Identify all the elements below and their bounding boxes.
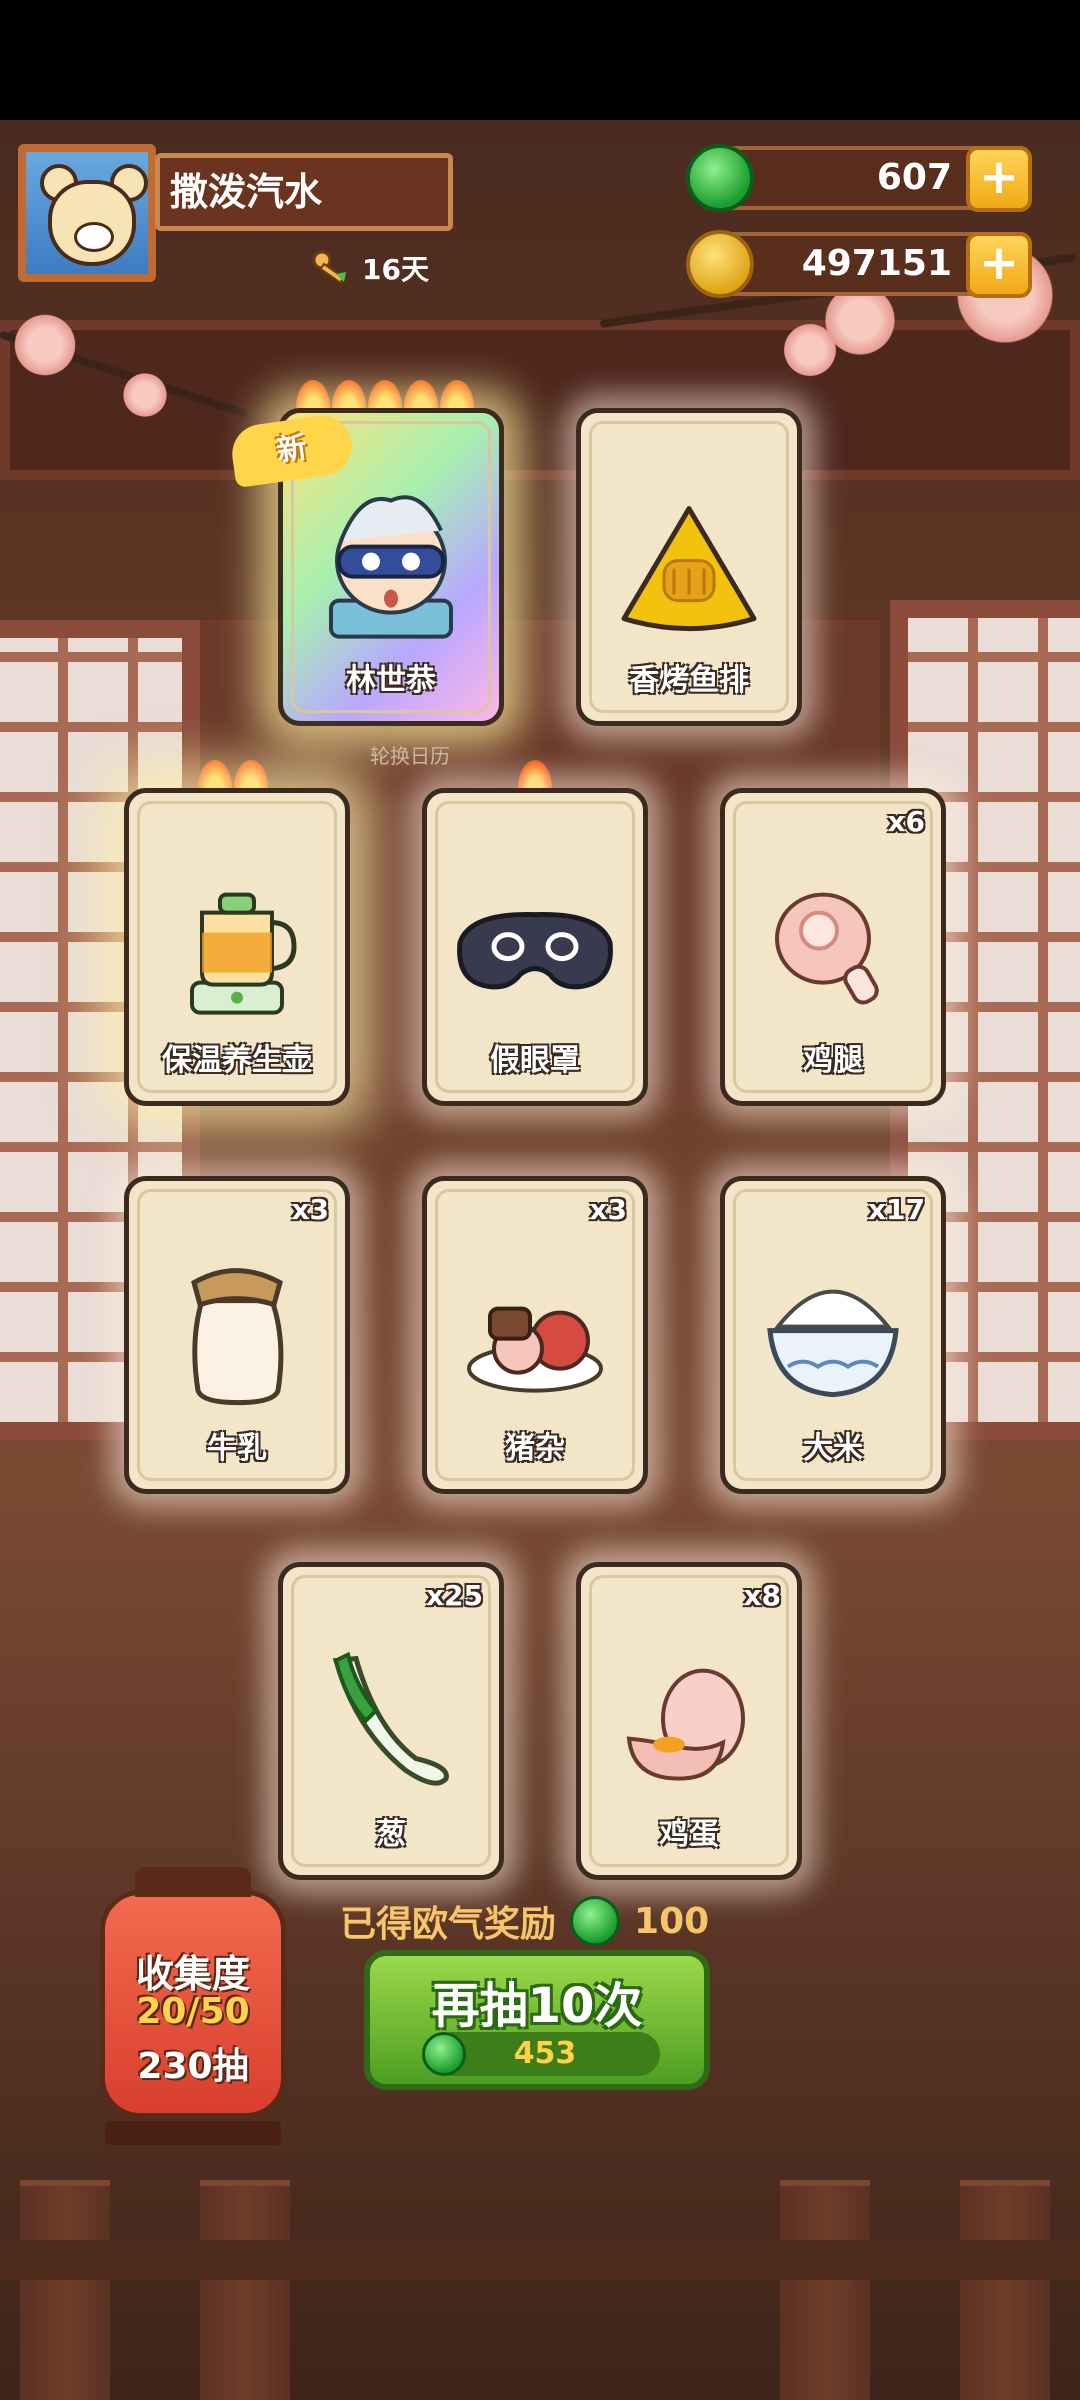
fence-post	[960, 2180, 1050, 2400]
sleeping-boy-icon	[311, 481, 471, 655]
card-drumstick[interactable]: x6 鸡腿	[720, 788, 946, 1106]
card-quantity: x17	[867, 1193, 925, 1226]
scallion-icon	[316, 1641, 466, 1805]
luck-reward-label: 已得欧气奖励	[340, 1904, 557, 1945]
lantern-cap	[135, 1867, 251, 1897]
card-grilled-fish[interactable]: 香烤鱼排	[576, 408, 802, 726]
blossom	[780, 320, 840, 380]
blossom	[120, 370, 170, 420]
jade-icon	[422, 2032, 466, 2076]
card-fake-eye-mask[interactable]: 假眼罩	[422, 788, 648, 1106]
status-bar	[0, 0, 1080, 120]
card-quantity: x25	[425, 1579, 483, 1612]
calendar-label: 轮换日历	[370, 744, 450, 768]
jade-icon	[570, 1896, 621, 1946]
drumstick-icon	[763, 879, 903, 1023]
card-rice[interactable]: x17 大米	[720, 1176, 946, 1494]
coin-resource-bar: 497151 +	[686, 230, 1032, 298]
card-name: 保温养生壶	[162, 1043, 312, 1078]
days-counter: 16天	[310, 246, 429, 290]
card-name: 大米	[803, 1431, 863, 1466]
fence-post	[20, 2180, 110, 2400]
rice-bowl-icon	[758, 1267, 908, 1411]
egg-icon	[619, 1659, 759, 1793]
jade-value: 607	[876, 157, 952, 198]
days-value: 16天	[362, 253, 429, 286]
pork-offal-icon	[460, 1279, 610, 1403]
card-quantity: x8	[743, 1579, 781, 1612]
collection-lantern-button[interactable]: 收集度 20/50 230抽	[100, 1867, 286, 2145]
player-avatar[interactable]	[18, 144, 156, 282]
eye-mask-icon	[450, 903, 620, 1007]
card-thermal-kettle[interactable]: 保温养生壶	[124, 788, 350, 1106]
card-quantity: x3	[291, 1193, 329, 1226]
coin-icon	[686, 230, 754, 298]
player-name: 撒泼汽水	[155, 153, 453, 231]
draw-10-again-button[interactable]: 再抽10次 453	[364, 1950, 710, 2090]
lantern-stand	[105, 2121, 281, 2145]
add-jade-button[interactable]: +	[966, 146, 1032, 212]
collection-progress: 20/50	[136, 1991, 250, 2032]
luck-reward: 已得欧气奖励 100	[340, 1893, 709, 1949]
add-coins-button[interactable]: +	[966, 232, 1032, 298]
fence-rail	[0, 2240, 1080, 2280]
collection-label: 收集度	[135, 1952, 250, 1996]
card-name: 香烤鱼排	[629, 663, 749, 698]
fence-post	[780, 2180, 870, 2400]
card-egg[interactable]: x8 鸡蛋	[576, 1562, 802, 1880]
draw-button-label: 再抽10次	[431, 1978, 643, 2034]
card-name: 鸡腿	[803, 1043, 863, 1078]
card-name: 假眼罩	[490, 1043, 580, 1078]
card-pork-offal[interactable]: x3 猪杂	[422, 1176, 648, 1494]
milk-jar-icon	[172, 1261, 302, 1415]
teapot-icon	[162, 873, 312, 1027]
fish-fillet-icon	[614, 499, 764, 643]
card-quantity: x6	[887, 805, 925, 838]
card-name: 猪杂	[505, 1431, 565, 1466]
luck-reward-value: 100	[634, 1900, 710, 1942]
card-name: 牛乳	[207, 1431, 267, 1466]
blossom	[10, 310, 80, 380]
card-quantity: x3	[589, 1193, 627, 1226]
card-name: 葱	[376, 1817, 406, 1852]
card-scallion[interactable]: x25 葱	[278, 1562, 504, 1880]
coin-value: 497151	[801, 243, 952, 284]
fence-post	[200, 2180, 290, 2400]
bear-snout	[74, 222, 114, 252]
card-name: 鸡蛋	[659, 1817, 719, 1852]
card-milk[interactable]: x3 牛乳	[124, 1176, 350, 1494]
jade-resource-bar: 607 +	[686, 144, 1032, 212]
card-name: 林世恭	[346, 663, 436, 698]
total-draws: 230抽	[137, 2046, 249, 2087]
jade-icon	[686, 144, 754, 212]
key-icon	[310, 250, 354, 286]
